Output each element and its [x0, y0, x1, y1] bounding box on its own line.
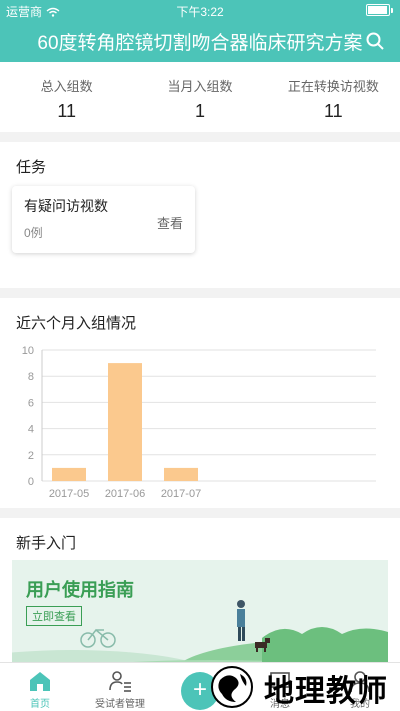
search-icon[interactable]	[366, 32, 384, 50]
stat-month-enrolled[interactable]: 当月入组数 1	[133, 62, 266, 132]
chart-y-tick-label: 8	[28, 371, 34, 383]
chart-x-tick-label: 2017-06	[105, 488, 145, 500]
banner-view-button[interactable]: 立即查看	[26, 606, 82, 626]
stat-value: 1	[194, 101, 205, 121]
chart-svg: 0 2 4 6 8 10 2017-05 2017-06 2017-07	[22, 345, 376, 500]
chart-x-tick-label: 2017-05	[49, 488, 89, 500]
enrollment-chart: 0 2 4 6 8 10 2017-05 2017-06 2017-07	[0, 338, 400, 508]
guide-card: 新手入门 用户使用指南 立即查看	[0, 518, 400, 670]
task-count: 0例	[24, 226, 43, 240]
home-icon	[30, 672, 50, 691]
chart-y-tick-label: 10	[22, 345, 34, 357]
guide-title: 新手入门	[16, 535, 77, 552]
battery-icon	[366, 4, 393, 16]
task-item-questioned-visits[interactable]: 有疑问访视数 0例 查看	[12, 186, 195, 253]
status-time: 下午3:22	[176, 5, 224, 19]
tab-label: 受试者管理	[95, 699, 145, 710]
stat-total-enrolled[interactable]: 总入组数 11	[0, 62, 133, 132]
bicycle-icon	[80, 628, 116, 648]
task-view-link[interactable]: 查看	[157, 213, 183, 232]
chart-y-tick-label: 4	[28, 424, 34, 436]
stats-panel: 总入组数 11 当月入组数 1 正在转换访视数 11	[0, 62, 400, 132]
chart-y-tick-label: 2	[28, 450, 34, 462]
banner-title: 用户使用指南	[26, 580, 134, 600]
stat-value: 11	[323, 101, 343, 121]
tab-home[interactable]: 首页	[0, 663, 80, 711]
tasks-title: 任务	[16, 159, 47, 176]
tasks-card: 任务 有疑问访视数 0例 查看	[0, 142, 400, 288]
chart-x-tick-label: 2017-07	[161, 488, 201, 500]
page-title: 60度转角腔镜切割吻合器临床研究方案	[37, 33, 363, 54]
stat-label: 总入组数	[40, 79, 93, 94]
person-figure	[237, 600, 245, 641]
task-name: 有疑问访视数	[24, 198, 108, 214]
stat-value: 11	[57, 101, 76, 121]
enrollment-chart-card: 近六个月入组情况 0 2 4 6 8 10 2017-05 2017-06 2017-07	[0, 298, 400, 508]
chart-bar	[164, 467, 198, 481]
chart-title: 近六个月入组情况	[16, 315, 137, 332]
app-header: 运营商 下午3:22 60度转角腔镜切割吻合器临床研究方案	[0, 0, 400, 62]
watermark-logo	[211, 666, 253, 708]
tab-label: 首页	[30, 699, 50, 710]
chart-y-tick-label: 0	[28, 476, 34, 488]
subject-list-icon	[109, 671, 131, 692]
chart-y-tick-label: 6	[28, 397, 34, 409]
stat-label: 正在转换访视数	[287, 79, 379, 94]
watermark: 地理教师	[206, 664, 396, 710]
status-bar: 运营商 下午3:22	[0, 0, 400, 20]
watermark-text: 地理教师	[264, 675, 388, 708]
user-guide-banner[interactable]: 用户使用指南 立即查看	[12, 560, 388, 670]
stat-label: 当月入组数	[167, 79, 233, 94]
stat-converting-visits[interactable]: 正在转换访视数 11	[267, 62, 400, 132]
chart-bar	[108, 363, 142, 481]
tab-subject-management[interactable]: 受试者管理	[80, 663, 160, 711]
chart-bar	[52, 467, 86, 481]
